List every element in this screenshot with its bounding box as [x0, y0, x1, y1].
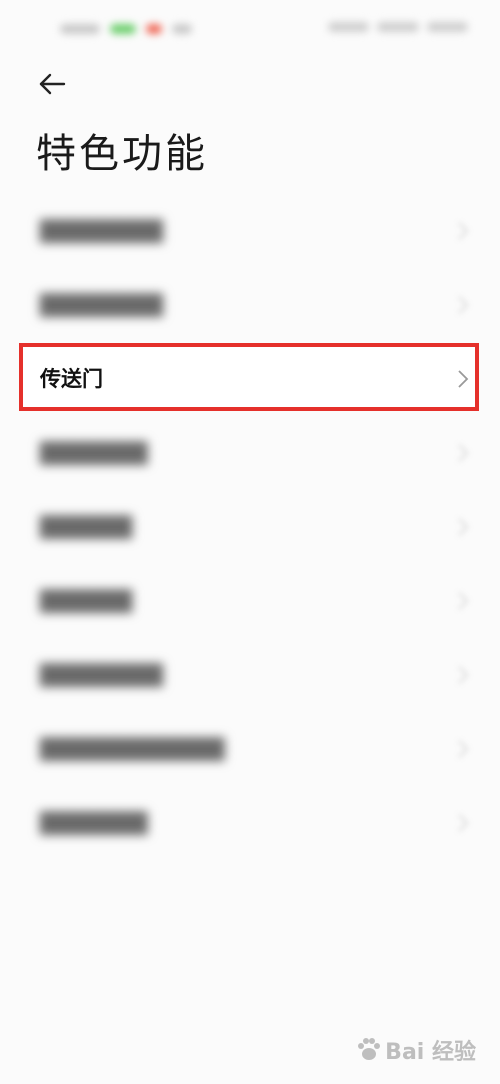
paw-logo-icon [358, 1038, 381, 1060]
chevron-right-icon [456, 812, 470, 834]
status-time-blur [60, 24, 100, 34]
list-item-label: ███████ [40, 441, 148, 465]
list-item-label: ████████ [40, 219, 164, 243]
list-item-label: ██████ [40, 589, 133, 613]
list-item-label: ████████████ [40, 737, 225, 761]
watermark-text: Bai 经验 [385, 1040, 476, 1065]
status-bar [0, 0, 500, 60]
list-item-4[interactable]: ███████ [0, 416, 500, 490]
status-bar-right [328, 22, 468, 36]
chevron-right-icon [456, 516, 470, 538]
list-item-9[interactable]: ███████ [0, 786, 500, 860]
watermark: Bai 经验 [355, 1034, 476, 1066]
list-item-portal[interactable]: 传送门 [0, 342, 500, 416]
chevron-right-icon [456, 664, 470, 686]
status-indicator-grey [172, 24, 192, 34]
chevron-right-icon [456, 590, 470, 612]
chevron-right-icon [456, 368, 470, 390]
list-item-6[interactable]: ██████ [0, 564, 500, 638]
back-button[interactable] [30, 62, 74, 106]
list-item-2[interactable]: ████████ [0, 268, 500, 342]
back-arrow-icon [39, 73, 66, 95]
list-item-label: 传送门 [40, 367, 103, 391]
battery-icon [426, 22, 468, 32]
chevron-right-icon [456, 220, 470, 242]
list-item-label: ████████ [40, 663, 164, 687]
list-item-label: ████████ [40, 293, 164, 317]
wifi-icon [377, 22, 419, 32]
settings-list: ████████ ████████ 传送门 ███████ ██████ ███… [0, 194, 500, 860]
list-item-label: ██████ [40, 515, 133, 539]
list-item-7[interactable]: ████████ [0, 638, 500, 712]
page-title: 特色功能 [36, 131, 208, 177]
list-item-5[interactable]: ██████ [0, 490, 500, 564]
list-item-label: ███████ [40, 811, 148, 835]
list-item-8[interactable]: ████████████ [0, 712, 500, 786]
status-indicator-green [110, 24, 136, 34]
chevron-right-icon [456, 294, 470, 316]
status-bar-left [60, 22, 210, 36]
list-item-1[interactable]: ████████ [0, 194, 500, 268]
status-indicator-red [146, 24, 162, 34]
signal-icon [328, 22, 370, 32]
chevron-right-icon [456, 738, 470, 760]
chevron-right-icon [456, 442, 470, 464]
